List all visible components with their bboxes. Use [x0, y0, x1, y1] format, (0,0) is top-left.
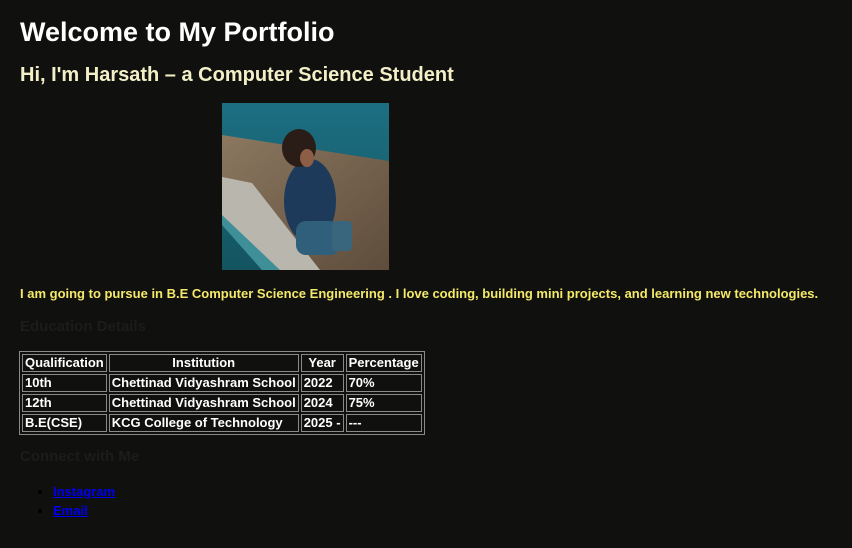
- profile-photo: [222, 103, 389, 270]
- column-header: Institution: [108, 354, 299, 372]
- table-row: 10th Chettinad Vidyashram School 2022 70…: [22, 374, 422, 392]
- table-row: B.E(CSE) KCG College of Technology 2025 …: [22, 414, 422, 432]
- column-header: Year: [300, 354, 344, 372]
- table-cell: 2024: [300, 394, 344, 412]
- table-cell: 2022: [300, 374, 344, 392]
- table-cell: KCG College of Technology: [108, 414, 299, 432]
- table-cell: 2025 -: [300, 414, 344, 432]
- column-header: Percentage: [345, 354, 422, 372]
- column-header: Qualification: [22, 354, 107, 372]
- table-cell: Chettinad Vidyashram School: [108, 394, 299, 412]
- table-row: 12th Chettinad Vidyashram School 2024 75…: [22, 394, 422, 412]
- table-cell: 70%: [345, 374, 422, 392]
- instagram-link[interactable]: Instagram: [53, 484, 115, 499]
- list-item: Instagram: [53, 482, 115, 501]
- table-cell: 75%: [345, 394, 422, 412]
- page-title: Welcome to My Portfolio: [20, 17, 335, 47]
- connect-heading: Connect with Me: [20, 448, 140, 465]
- table-cell: 12th: [22, 394, 107, 412]
- education-table: Qualification Institution Year Percentag…: [19, 351, 425, 435]
- table-cell: ---: [345, 414, 422, 432]
- table-cell: Chettinad Vidyashram School: [108, 374, 299, 392]
- intro-text: I am going to pursue in B.E Computer Sci…: [20, 286, 819, 301]
- social-links-list: Instagram Email: [20, 482, 115, 520]
- table-cell: B.E(CSE): [22, 414, 107, 432]
- email-link[interactable]: Email: [53, 503, 88, 518]
- education-heading: Education Details: [20, 318, 146, 335]
- list-item: Email: [53, 501, 115, 520]
- page-subtitle: Hi, I'm Harsath – a Computer Science Stu…: [20, 64, 454, 86]
- table-cell: 10th: [22, 374, 107, 392]
- table-header-row: Qualification Institution Year Percentag…: [22, 354, 422, 372]
